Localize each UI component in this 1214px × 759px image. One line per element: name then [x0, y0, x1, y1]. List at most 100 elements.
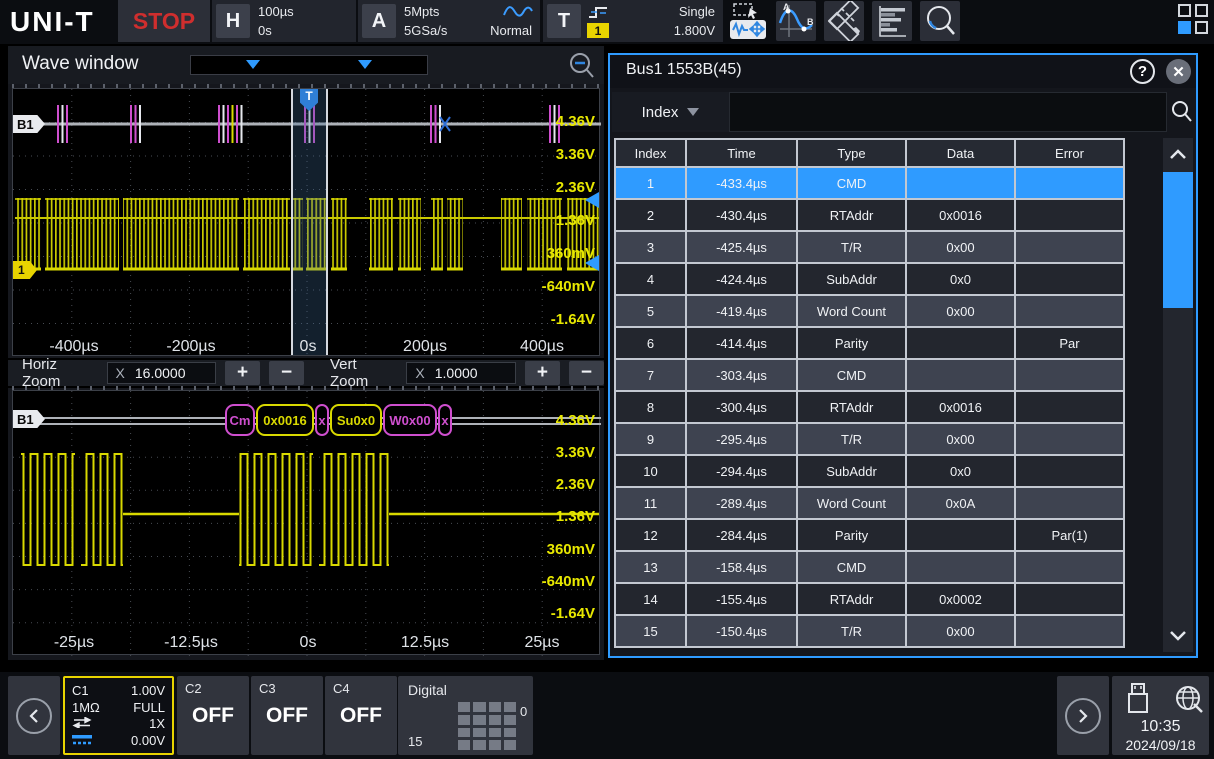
table-row-cell[interactable]	[1016, 488, 1123, 518]
table-row-cell[interactable]: -430.4µs	[687, 200, 796, 230]
channel1-panel[interactable]: C1 1.00V 1MΩ FULL 1X 0.00V	[63, 676, 174, 755]
table-row-cell[interactable]	[907, 328, 1014, 358]
channel4-panel[interactable]: C4 OFF	[325, 676, 397, 755]
table-row-cell[interactable]: T/R	[798, 616, 905, 646]
table-row-cell[interactable]	[1016, 200, 1123, 230]
position-marker[interactable]	[358, 60, 372, 69]
table-row-cell[interactable]	[1016, 424, 1123, 454]
table-row-cell[interactable]: 0x0A	[907, 488, 1014, 518]
trigger-key[interactable]: T	[547, 4, 581, 38]
help-icon[interactable]: ?	[1130, 59, 1155, 84]
table-row-cell[interactable]	[1016, 232, 1123, 262]
table-row-cell[interactable]: -155.4µs	[687, 584, 796, 614]
table-row-cell[interactable]: Parity	[798, 520, 905, 550]
table-row-cell[interactable]	[1016, 456, 1123, 486]
decode-bubble[interactable]: x	[438, 404, 452, 436]
decode-bubble[interactable]: x	[315, 404, 329, 436]
decode-bubble[interactable]: W0x00	[383, 404, 437, 436]
horizontal-key[interactable]: H	[216, 4, 250, 38]
table-row-cell[interactable]: -414.4µs	[687, 328, 796, 358]
table-row-cell[interactable]: 13	[616, 552, 685, 582]
table-row-cell[interactable]	[1016, 584, 1123, 614]
table-row-cell[interactable]: -295.4µs	[687, 424, 796, 454]
table-row-cell[interactable]: 4	[616, 264, 685, 294]
scroll-up-button[interactable]	[1163, 138, 1193, 170]
table-row-cell[interactable]: Word Count	[798, 488, 905, 518]
zoomed-waveform-plot[interactable]: B1 Cm0x0016xSu0x0W0x00x 4.36V3.36V2.36V1…	[12, 390, 600, 655]
decode-table[interactable]: IndexTimeTypeDataError1-433.4µsCMD2-430.…	[614, 138, 1125, 648]
table-row-cell[interactable]: 3	[616, 232, 685, 262]
table-row-cell[interactable]: 9	[616, 424, 685, 454]
horiz-zoom-out-button[interactable]: −	[269, 361, 304, 385]
table-row-cell[interactable]	[1016, 616, 1123, 646]
table-row-cell[interactable]: -284.4µs	[687, 520, 796, 550]
datetime-panel[interactable]: 10:35 2024/09/18	[1112, 676, 1209, 755]
table-row-cell[interactable]: 10	[616, 456, 685, 486]
table-row-cell[interactable]: 2	[616, 200, 685, 230]
trigger-settings[interactable]: T 1 Single 1.800V	[543, 0, 723, 42]
acquire-settings[interactable]: A 5Mpts 5GSa/s Normal	[358, 0, 540, 42]
table-row-cell[interactable]	[1016, 392, 1123, 422]
scroll-down-button[interactable]	[1163, 620, 1193, 652]
search-filter-dropdown[interactable]: Index	[612, 92, 729, 132]
decode-bubble[interactable]: Cm	[225, 404, 255, 436]
table-row-cell[interactable]: 6	[616, 328, 685, 358]
table-row-cell[interactable]: 7	[616, 360, 685, 390]
table-row-cell[interactable]: 0x0016	[907, 200, 1014, 230]
table-row-cell[interactable]: CMD	[798, 168, 905, 198]
table-scrollbar[interactable]	[1163, 138, 1193, 652]
channel2-panel[interactable]: C2 OFF	[177, 676, 249, 755]
table-row-cell[interactable]: Par(1)	[1016, 520, 1123, 550]
vert-zoom-out-button[interactable]: −	[569, 361, 604, 385]
select-tool-button[interactable]	[728, 1, 768, 41]
table-row-cell[interactable]	[1016, 264, 1123, 294]
table-row-cell[interactable]: RTAddr	[798, 584, 905, 614]
table-row-cell[interactable]: CMD	[798, 360, 905, 390]
table-row-cell[interactable]: 0x0002	[907, 584, 1014, 614]
table-row-cell[interactable]	[907, 168, 1014, 198]
position-marker[interactable]	[246, 60, 260, 69]
table-row-cell[interactable]: 0x00	[907, 424, 1014, 454]
table-row-cell[interactable]: RTAddr	[798, 200, 905, 230]
table-row-cell[interactable]: -289.4µs	[687, 488, 796, 518]
table-row-cell[interactable]: -150.4µs	[687, 616, 796, 646]
table-row-cell[interactable]	[1016, 552, 1123, 582]
table-row-cell[interactable]: 0x0	[907, 264, 1014, 294]
table-row-cell[interactable]: -424.4µs	[687, 264, 796, 294]
horiz-zoom-in-button[interactable]: +	[225, 361, 260, 385]
table-row-cell[interactable]: 12	[616, 520, 685, 550]
table-row-cell[interactable]: 0x00	[907, 232, 1014, 262]
zoom-region-selector[interactable]	[291, 89, 328, 355]
histogram-icon[interactable]	[872, 1, 912, 41]
decode-bubble[interactable]: Su0x0	[330, 404, 382, 436]
horizontal-settings[interactable]: H 100µs 0s	[212, 0, 356, 42]
table-row-cell[interactable]: -433.4µs	[687, 168, 796, 198]
scrollbar-thumb[interactable]	[1163, 172, 1193, 308]
table-row-cell[interactable]: 0x0	[907, 456, 1014, 486]
table-row-cell[interactable]: -425.4µs	[687, 232, 796, 262]
window-layout-button[interactable]	[1178, 4, 1210, 36]
search-loupe-icon[interactable]	[920, 1, 960, 41]
table-row-cell[interactable]: -303.4µs	[687, 360, 796, 390]
table-row-cell[interactable]: -300.4µs	[687, 392, 796, 422]
table-row-cell[interactable]: SubAddr	[798, 264, 905, 294]
table-row-cell[interactable]: 15	[616, 616, 685, 646]
search-button[interactable]	[1167, 92, 1196, 132]
table-row-cell[interactable]: 11	[616, 488, 685, 518]
table-row-cell[interactable]: 1	[616, 168, 685, 198]
table-row-cell[interactable]: RTAddr	[798, 392, 905, 422]
main-waveform-plot[interactable]: T B1 1 4.36V3.36V2.36V1.36V360mV-640mV-1…	[12, 88, 600, 356]
table-row-cell[interactable]: Parity	[798, 328, 905, 358]
vert-zoom-in-button[interactable]: +	[525, 361, 560, 385]
panel-scroll-left-button[interactable]	[8, 676, 60, 755]
table-row-cell[interactable]	[1016, 360, 1123, 390]
table-row-cell[interactable]: 0x00	[907, 616, 1014, 646]
table-row-cell[interactable]: -294.4µs	[687, 456, 796, 486]
decode-bubble[interactable]: 0x0016	[256, 404, 314, 436]
table-row-cell[interactable]: -419.4µs	[687, 296, 796, 326]
table-row-cell[interactable]	[1016, 168, 1123, 198]
panel-scroll-right-button[interactable]	[1057, 676, 1109, 755]
table-row-cell[interactable]	[1016, 296, 1123, 326]
measure-rulers-icon[interactable]	[824, 1, 864, 41]
horiz-zoom-value[interactable]: X 16.0000	[107, 362, 216, 384]
